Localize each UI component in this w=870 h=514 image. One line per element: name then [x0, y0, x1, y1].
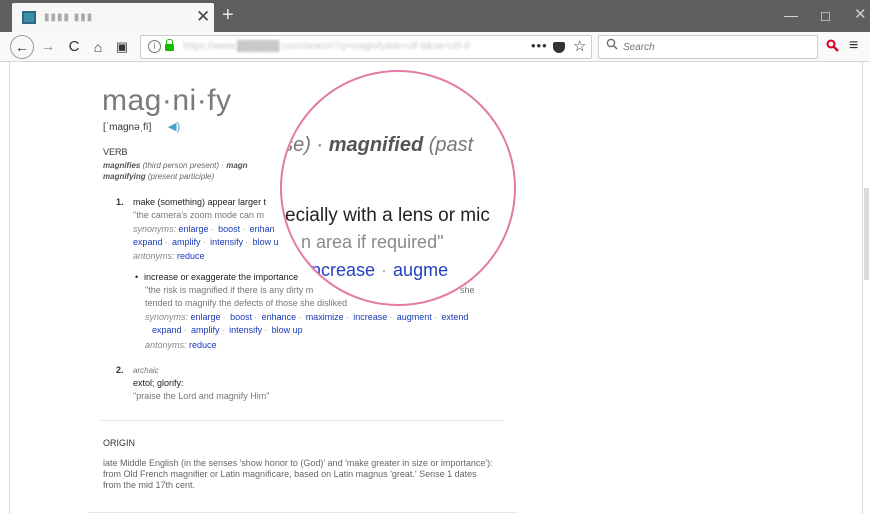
synonym-link[interactable]: amplify — [172, 237, 201, 247]
window-maximize-button[interactable]: ☐ — [820, 9, 831, 25]
origin-heading: ORIGIN — [103, 438, 136, 448]
antonyms-label: antonyms: — [145, 340, 187, 350]
window-close-button[interactable]: ✕ — [854, 7, 867, 23]
antonyms-label: antonyms: — [133, 251, 175, 261]
lock-icon — [165, 39, 174, 51]
section-divider — [101, 420, 503, 421]
tab-close-icon[interactable]: ✕ — [196, 7, 210, 27]
synonym-link[interactable]: intensify — [210, 237, 243, 247]
search-addon-icon[interactable] — [826, 39, 839, 55]
browser-tab[interactable]: ▮▮▮▮ ▮▮▮ ✕ — [12, 3, 214, 32]
synonyms-row: expand · amplify · intensify · blow u — [133, 237, 279, 247]
magnified-definition-line: ecially with a lens or mic — [285, 205, 490, 226]
title-bar: ▮▮▮▮ ▮▮▮ ✕ + — ☐ ✕ — [0, 0, 870, 32]
antonym-link[interactable]: reduce — [177, 251, 205, 261]
synonyms-row: expand · amplify · intensify · blow up — [152, 325, 303, 335]
sense-definition: make (something) appear larger t — [133, 197, 267, 207]
home-button[interactable]: ⌂ — [90, 35, 106, 59]
synonym-link[interactable]: maximize — [306, 312, 344, 322]
pronunciation: [ˈmagnəˌfī] — [103, 122, 152, 133]
sense-number: 2. — [116, 365, 124, 375]
synonyms-row: synonyms: enlarge · boost · enhance · maxim… — [145, 312, 469, 322]
synonyms-label: synonyms: — [133, 224, 177, 234]
sense-example: "the camera's zoom mode can m — [133, 210, 264, 220]
form-third-person: magnifies — [103, 161, 141, 170]
synonym-link[interactable]: enlarge — [191, 312, 221, 322]
scrollbar-thumb[interactable] — [864, 188, 869, 280]
synonym-link[interactable]: extend — [441, 312, 468, 322]
subsense-definition: increase or exaggerate the importance — [144, 272, 299, 282]
synonym-link[interactable]: boost — [230, 312, 252, 322]
reload-button[interactable]: C — [66, 35, 82, 59]
sense-example: "praise the Lord and magnify Him" — [133, 391, 270, 401]
sense-register-label: archaic — [133, 366, 159, 375]
bookmark-star-icon[interactable]: ☆ — [573, 37, 586, 55]
synonym-link[interactable]: blow up — [272, 325, 303, 335]
synonym-link[interactable]: augment — [397, 312, 432, 322]
synonym-link[interactable]: enlarge — [179, 224, 209, 234]
synonym-link[interactable]: enhan — [250, 224, 275, 234]
address-bar[interactable]: i https://www.██████.com/search?q=magnif… — [140, 35, 592, 59]
favicon-icon — [22, 11, 36, 24]
page-border-right — [862, 62, 863, 514]
magnified-synonym-link[interactable]: increase — [307, 260, 375, 280]
url-text[interactable]: https://www.██████.com/search?q=magnify&… — [183, 41, 470, 52]
hamburger-menu-icon[interactable]: ≡ — [849, 37, 858, 55]
tab-title: ▮▮▮▮ ▮▮▮ — [44, 12, 94, 23]
page-actions-button[interactable]: ••• — [531, 38, 548, 53]
reader-view-button[interactable]: ▣ — [114, 35, 130, 59]
speaker-icon[interactable]: ◀) — [168, 120, 180, 133]
part-of-speech: VERB — [103, 147, 128, 157]
page-border-left — [9, 62, 10, 514]
navigation-toolbar: ← → C ⌂ ▣ i https://www.██████.com/searc… — [0, 32, 870, 62]
magnifier-lens[interactable]: nse) · magnified (past ecially with a le… — [280, 70, 516, 306]
search-icon — [606, 38, 618, 53]
synonyms-label: synonyms: — [145, 312, 189, 322]
form-separator: · — [221, 161, 224, 170]
info-icon[interactable]: i — [148, 40, 161, 53]
form-present-participle: magnifying — [103, 172, 146, 181]
forward-button[interactable]: → — [40, 35, 56, 59]
subsense-bullet: • — [135, 272, 139, 282]
magnified-synonyms-line: increase · augme — [307, 260, 448, 281]
synonym-link[interactable]: boost — [218, 224, 240, 234]
magnified-synonym-link[interactable]: augme — [393, 260, 448, 280]
headword: mag·ni·fy — [102, 84, 232, 117]
search-input[interactable] — [623, 39, 811, 55]
magnified-text: nse) — [282, 134, 311, 156]
magnified-example-line: n area if required" — [301, 232, 444, 252]
magnified-text: magnified — [328, 134, 424, 156]
section-divider — [88, 512, 518, 513]
synonym-link[interactable]: enhance — [262, 312, 297, 322]
magnified-text: (past — [428, 134, 474, 156]
new-tab-button[interactable]: + — [222, 5, 234, 25]
window-minimize-button[interactable]: — — [784, 7, 798, 23]
sense-definition: extol; glorify: — [133, 378, 184, 388]
synonym-link[interactable]: blow u — [253, 237, 279, 247]
synonym-link[interactable]: increase — [353, 312, 387, 322]
antonyms-row: antonyms: reduce — [145, 340, 217, 350]
pocket-icon[interactable] — [553, 42, 565, 53]
inflected-forms: magnifies (third person present) · magn … — [103, 160, 293, 182]
origin-text: late Middle English (in the senses 'show… — [103, 458, 493, 490]
magnified-forms-line: nse) · magnified (past — [282, 134, 474, 157]
subsense-example: "the risk is magnified if there is any d… — [145, 285, 314, 295]
form-present-participle-label: (present participle) — [147, 172, 215, 181]
sense-number: 1. — [116, 197, 124, 207]
synonyms-row: synonyms: enlarge · boost · enhan — [133, 224, 275, 234]
antonym-link[interactable]: reduce — [189, 340, 217, 350]
form-third-person-label: (third person present) — [142, 161, 220, 170]
synonym-link[interactable]: expand — [152, 325, 182, 335]
subsense-example-line2: tended to magnify the defects of those s… — [145, 298, 348, 308]
synonym-link[interactable]: expand — [133, 237, 163, 247]
antonyms-row: antonyms: reduce — [133, 251, 205, 261]
magnified-text: · — [316, 134, 324, 156]
back-button[interactable]: ← — [10, 35, 34, 59]
synonym-link[interactable]: intensify — [229, 325, 262, 335]
form-past: magn — [226, 161, 248, 170]
synonym-link[interactable]: amplify — [191, 325, 220, 335]
search-bar[interactable] — [598, 35, 818, 59]
magnified-separator: · — [381, 260, 388, 280]
